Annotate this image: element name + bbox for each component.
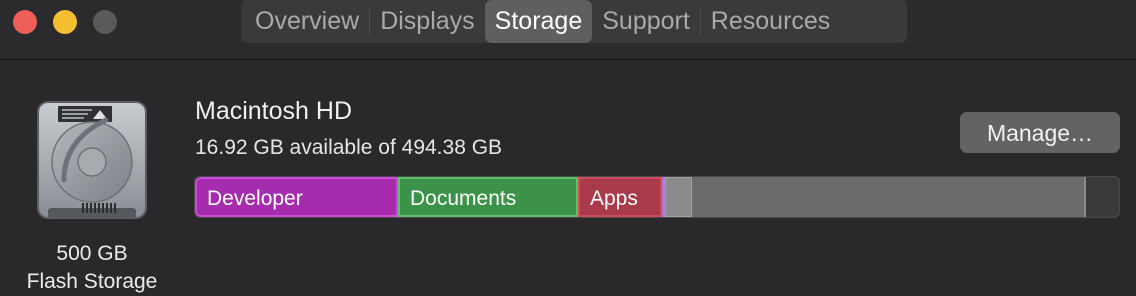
storage-segment-label: Documents bbox=[410, 187, 517, 210]
zoom-window-button[interactable] bbox=[93, 10, 117, 34]
title-bar: Overview Displays Storage Support Resour… bbox=[0, 0, 1136, 60]
tab-storage[interactable]: Storage bbox=[484, 0, 593, 43]
drive-name: Macintosh HD bbox=[195, 97, 352, 125]
tab-overview[interactable]: Overview bbox=[245, 0, 369, 43]
hard-drive-icon bbox=[37, 101, 147, 219]
manage-button[interactable]: Manage… bbox=[960, 112, 1120, 153]
storage-segment-label: Apps bbox=[590, 187, 638, 210]
drive-caption: 500 GB Flash Storage bbox=[10, 240, 174, 296]
storage-segment-apps[interactable]: Apps bbox=[578, 177, 662, 217]
drive-capacity: 500 GB bbox=[56, 242, 128, 265]
storage-segment-documents[interactable]: Documents bbox=[398, 177, 578, 217]
minimize-window-button[interactable] bbox=[53, 10, 77, 34]
tab-support[interactable]: Support bbox=[592, 0, 700, 43]
tab-bar: Overview Displays Storage Support Resour… bbox=[241, 0, 907, 43]
storage-pane: 500 GB Flash Storage Macintosh HD 16.92 … bbox=[0, 61, 1136, 296]
close-window-button[interactable] bbox=[13, 10, 37, 34]
storage-segment-label: Developer bbox=[207, 187, 303, 210]
storage-segment-developer[interactable]: Developer bbox=[195, 177, 398, 217]
drive-type: Flash Storage bbox=[26, 270, 158, 293]
tab-displays[interactable]: Displays bbox=[370, 0, 484, 43]
storage-segment-system[interactable] bbox=[692, 177, 1086, 217]
tab-resources[interactable]: Resources bbox=[701, 0, 841, 43]
storage-usage-bar: Developer Documents Apps bbox=[194, 176, 1120, 218]
drive-available: 16.92 GB available of 494.38 GB bbox=[195, 136, 503, 159]
storage-segment-other[interactable] bbox=[665, 177, 692, 217]
